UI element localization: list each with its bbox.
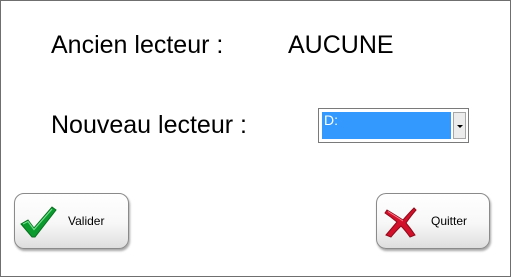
validate-button[interactable]: Valider xyxy=(14,193,129,249)
new-drive-label: Nouveau lecteur : xyxy=(51,111,247,139)
red-x-icon xyxy=(384,207,417,238)
new-drive-select[interactable]: D: xyxy=(318,108,469,143)
quit-button[interactable]: Quitter xyxy=(376,193,490,249)
old-drive-value: AUCUNE xyxy=(288,31,394,59)
selected-drive-value[interactable]: D: xyxy=(322,112,451,139)
dropdown-button[interactable] xyxy=(453,112,466,139)
chevron-down-icon xyxy=(457,125,463,128)
drive-selection-dialog: Ancien lecteur : AUCUNE Nouveau lecteur … xyxy=(0,0,511,277)
validate-label: Valider xyxy=(68,214,105,228)
checkmark-icon xyxy=(20,206,57,238)
old-drive-label: Ancien lecteur : xyxy=(51,31,224,59)
quit-label: Quitter xyxy=(431,214,468,228)
